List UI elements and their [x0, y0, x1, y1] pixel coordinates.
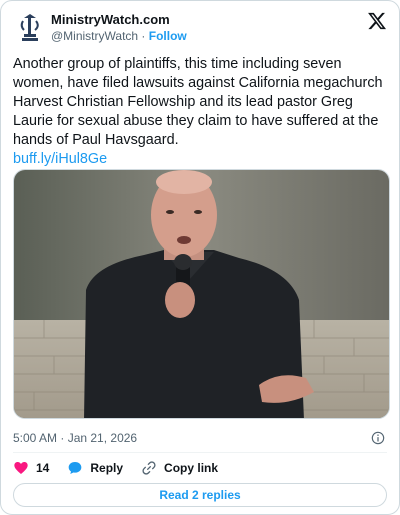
- tweet-body: Another group of plaintiffs, this time i…: [13, 56, 383, 148]
- tweet-text: Another group of plaintiffs, this time i…: [13, 55, 391, 169]
- tweet-card: MinistryWatch.com @MinistryWatch · Follo…: [0, 0, 400, 515]
- display-name[interactable]: MinistryWatch.com: [51, 12, 187, 28]
- copy-link-button[interactable]: Copy link: [141, 460, 218, 476]
- timestamp[interactable]: 5:00 AM · Jan 21, 2026: [13, 431, 137, 445]
- reply-label: Reply: [90, 461, 124, 475]
- follow-button[interactable]: Follow: [149, 29, 187, 43]
- link-icon: [142, 461, 156, 475]
- ministrywatch-logo-icon: [20, 14, 39, 41]
- account-names: MinistryWatch.com @MinistryWatch · Follo…: [51, 12, 187, 44]
- tweet-image[interactable]: [13, 169, 390, 419]
- action-bar: 14 Reply Copy link: [13, 460, 236, 476]
- info-icon[interactable]: [371, 431, 385, 445]
- like-count: 14: [36, 461, 50, 475]
- tweet-link[interactable]: buff.ly/iHul8Ge: [13, 150, 391, 169]
- divider: [13, 452, 387, 453]
- like-button[interactable]: 14: [13, 460, 49, 476]
- pastor-photo: [14, 170, 389, 418]
- read-replies-button[interactable]: Read 2 replies: [13, 483, 387, 507]
- heart-icon: [14, 462, 28, 474]
- copy-link-label: Copy link: [164, 461, 219, 475]
- handle[interactable]: @MinistryWatch: [51, 29, 138, 43]
- tweet-header: MinistryWatch.com @MinistryWatch · Follo…: [13, 11, 387, 45]
- reply-icon: [69, 462, 82, 474]
- handle-line: @MinistryWatch · Follow: [51, 28, 187, 44]
- avatar[interactable]: [13, 11, 47, 45]
- separator: ·: [141, 29, 146, 43]
- x-logo-icon[interactable]: [367, 11, 387, 31]
- reply-button[interactable]: Reply: [67, 460, 123, 476]
